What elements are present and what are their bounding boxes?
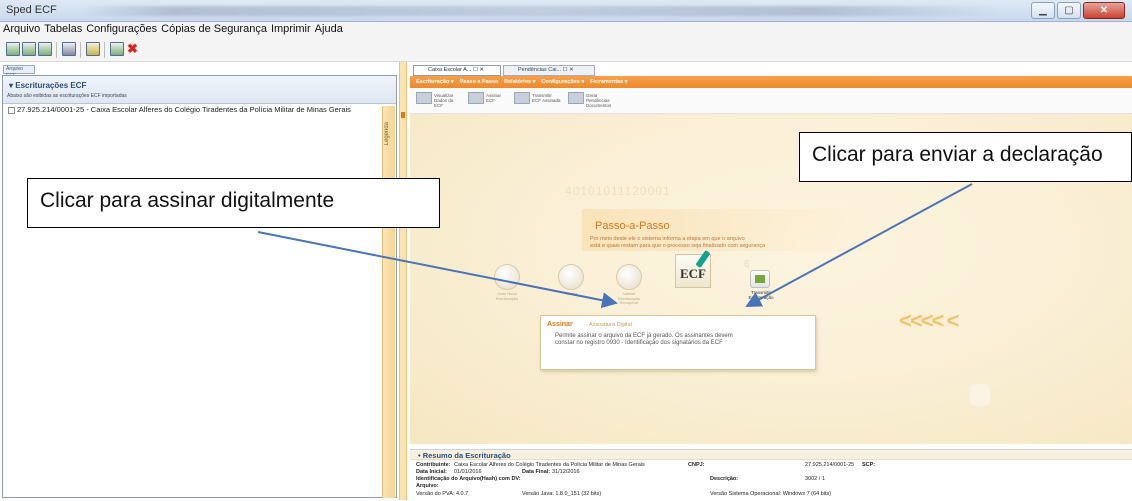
arrow-to-transmitir [745,183,973,307]
callout-arrows [257,183,973,309]
arrow-to-assinar [257,231,618,309]
